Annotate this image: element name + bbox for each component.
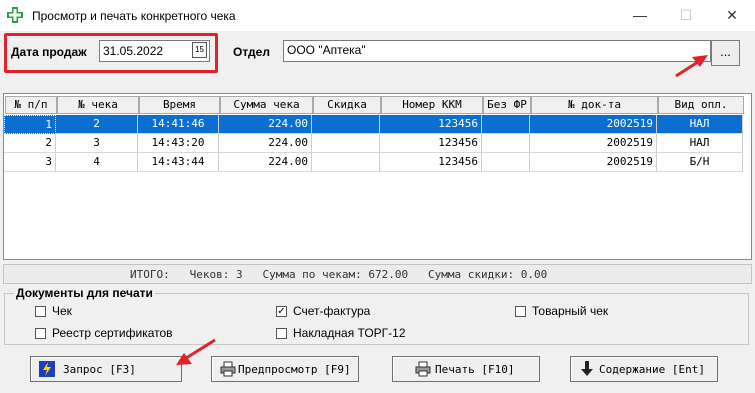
annotation-arrows <box>176 55 708 365</box>
arrow-to-query-button-icon <box>176 338 216 365</box>
arrow-to-dept-button-icon <box>675 55 708 78</box>
